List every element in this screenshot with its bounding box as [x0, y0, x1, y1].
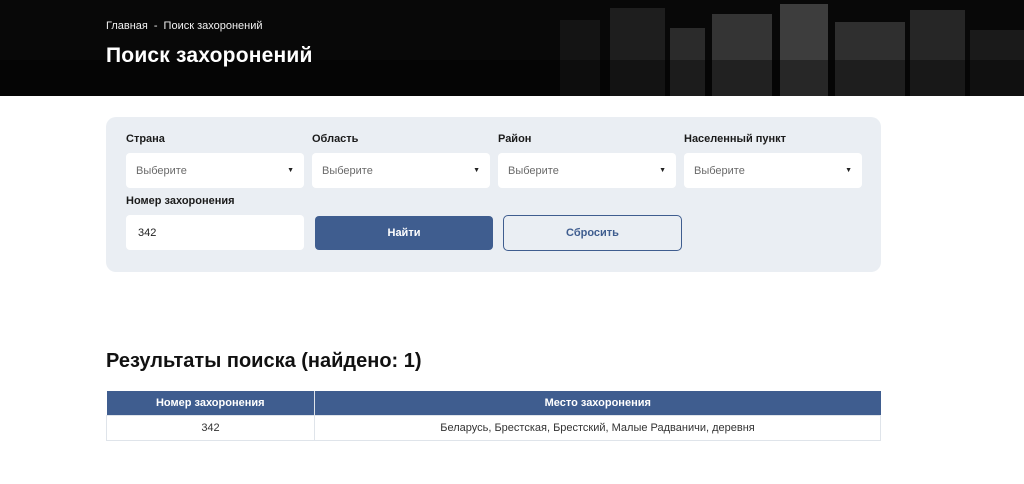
breadcrumb-home-link[interactable]: Главная — [106, 20, 148, 32]
column-header-burial-number: Номер захоронения — [106, 391, 315, 415]
caret-down-icon: ▼ — [845, 167, 852, 174]
breadcrumb-separator: - — [153, 20, 158, 32]
search-filter-panel: Страна Выберите ▼ Область Выберите ▼ Рай… — [106, 117, 881, 272]
results-title: Результаты поиска (найдено: 1) — [106, 350, 422, 372]
table-row[interactable]: 342 Беларусь, Брестская, Брестский, Малы… — [106, 414, 881, 441]
district-label: Район — [498, 133, 532, 145]
district-select[interactable]: Выберите ▼ — [498, 153, 676, 188]
find-button[interactable]: Найти — [315, 216, 493, 250]
breadcrumb: Главная - Поиск захоронений — [106, 20, 263, 32]
region-label: Область — [312, 133, 359, 145]
reset-button[interactable]: Сбросить — [503, 215, 682, 251]
country-select[interactable]: Выберите ▼ — [126, 153, 304, 188]
locality-select-value: Выберите — [694, 164, 745, 177]
district-select-value: Выберите — [508, 164, 559, 177]
locality-label: Населенный пункт — [684, 133, 787, 145]
cell-burial-number: 342 — [106, 414, 315, 441]
region-select[interactable]: Выберите ▼ — [312, 153, 490, 188]
results-header-row: Номер захоронения Место захоронения — [106, 391, 881, 415]
region-select-value: Выберите — [322, 164, 373, 177]
caret-down-icon: ▼ — [287, 167, 294, 174]
country-label: Страна — [126, 133, 165, 145]
burial-number-input[interactable] — [126, 215, 304, 250]
caret-down-icon: ▼ — [659, 167, 666, 174]
page-title: Поиск захоронений — [106, 44, 313, 67]
caret-down-icon: ▼ — [473, 167, 480, 174]
country-select-value: Выберите — [136, 164, 187, 177]
cell-burial-place: Беларусь, Брестская, Брестский, Малые Ра… — [314, 414, 881, 441]
column-header-burial-place: Место захоронения — [314, 391, 881, 415]
results-table: Номер захоронения Место захоронения 342 … — [106, 391, 881, 441]
burial-number-label: Номер захоронения — [126, 195, 235, 207]
breadcrumb-current: Поиск захоронений — [163, 20, 263, 32]
locality-select[interactable]: Выберите ▼ — [684, 153, 862, 188]
page-header: Главная - Поиск захоронений Поиск захоро… — [0, 0, 1024, 96]
